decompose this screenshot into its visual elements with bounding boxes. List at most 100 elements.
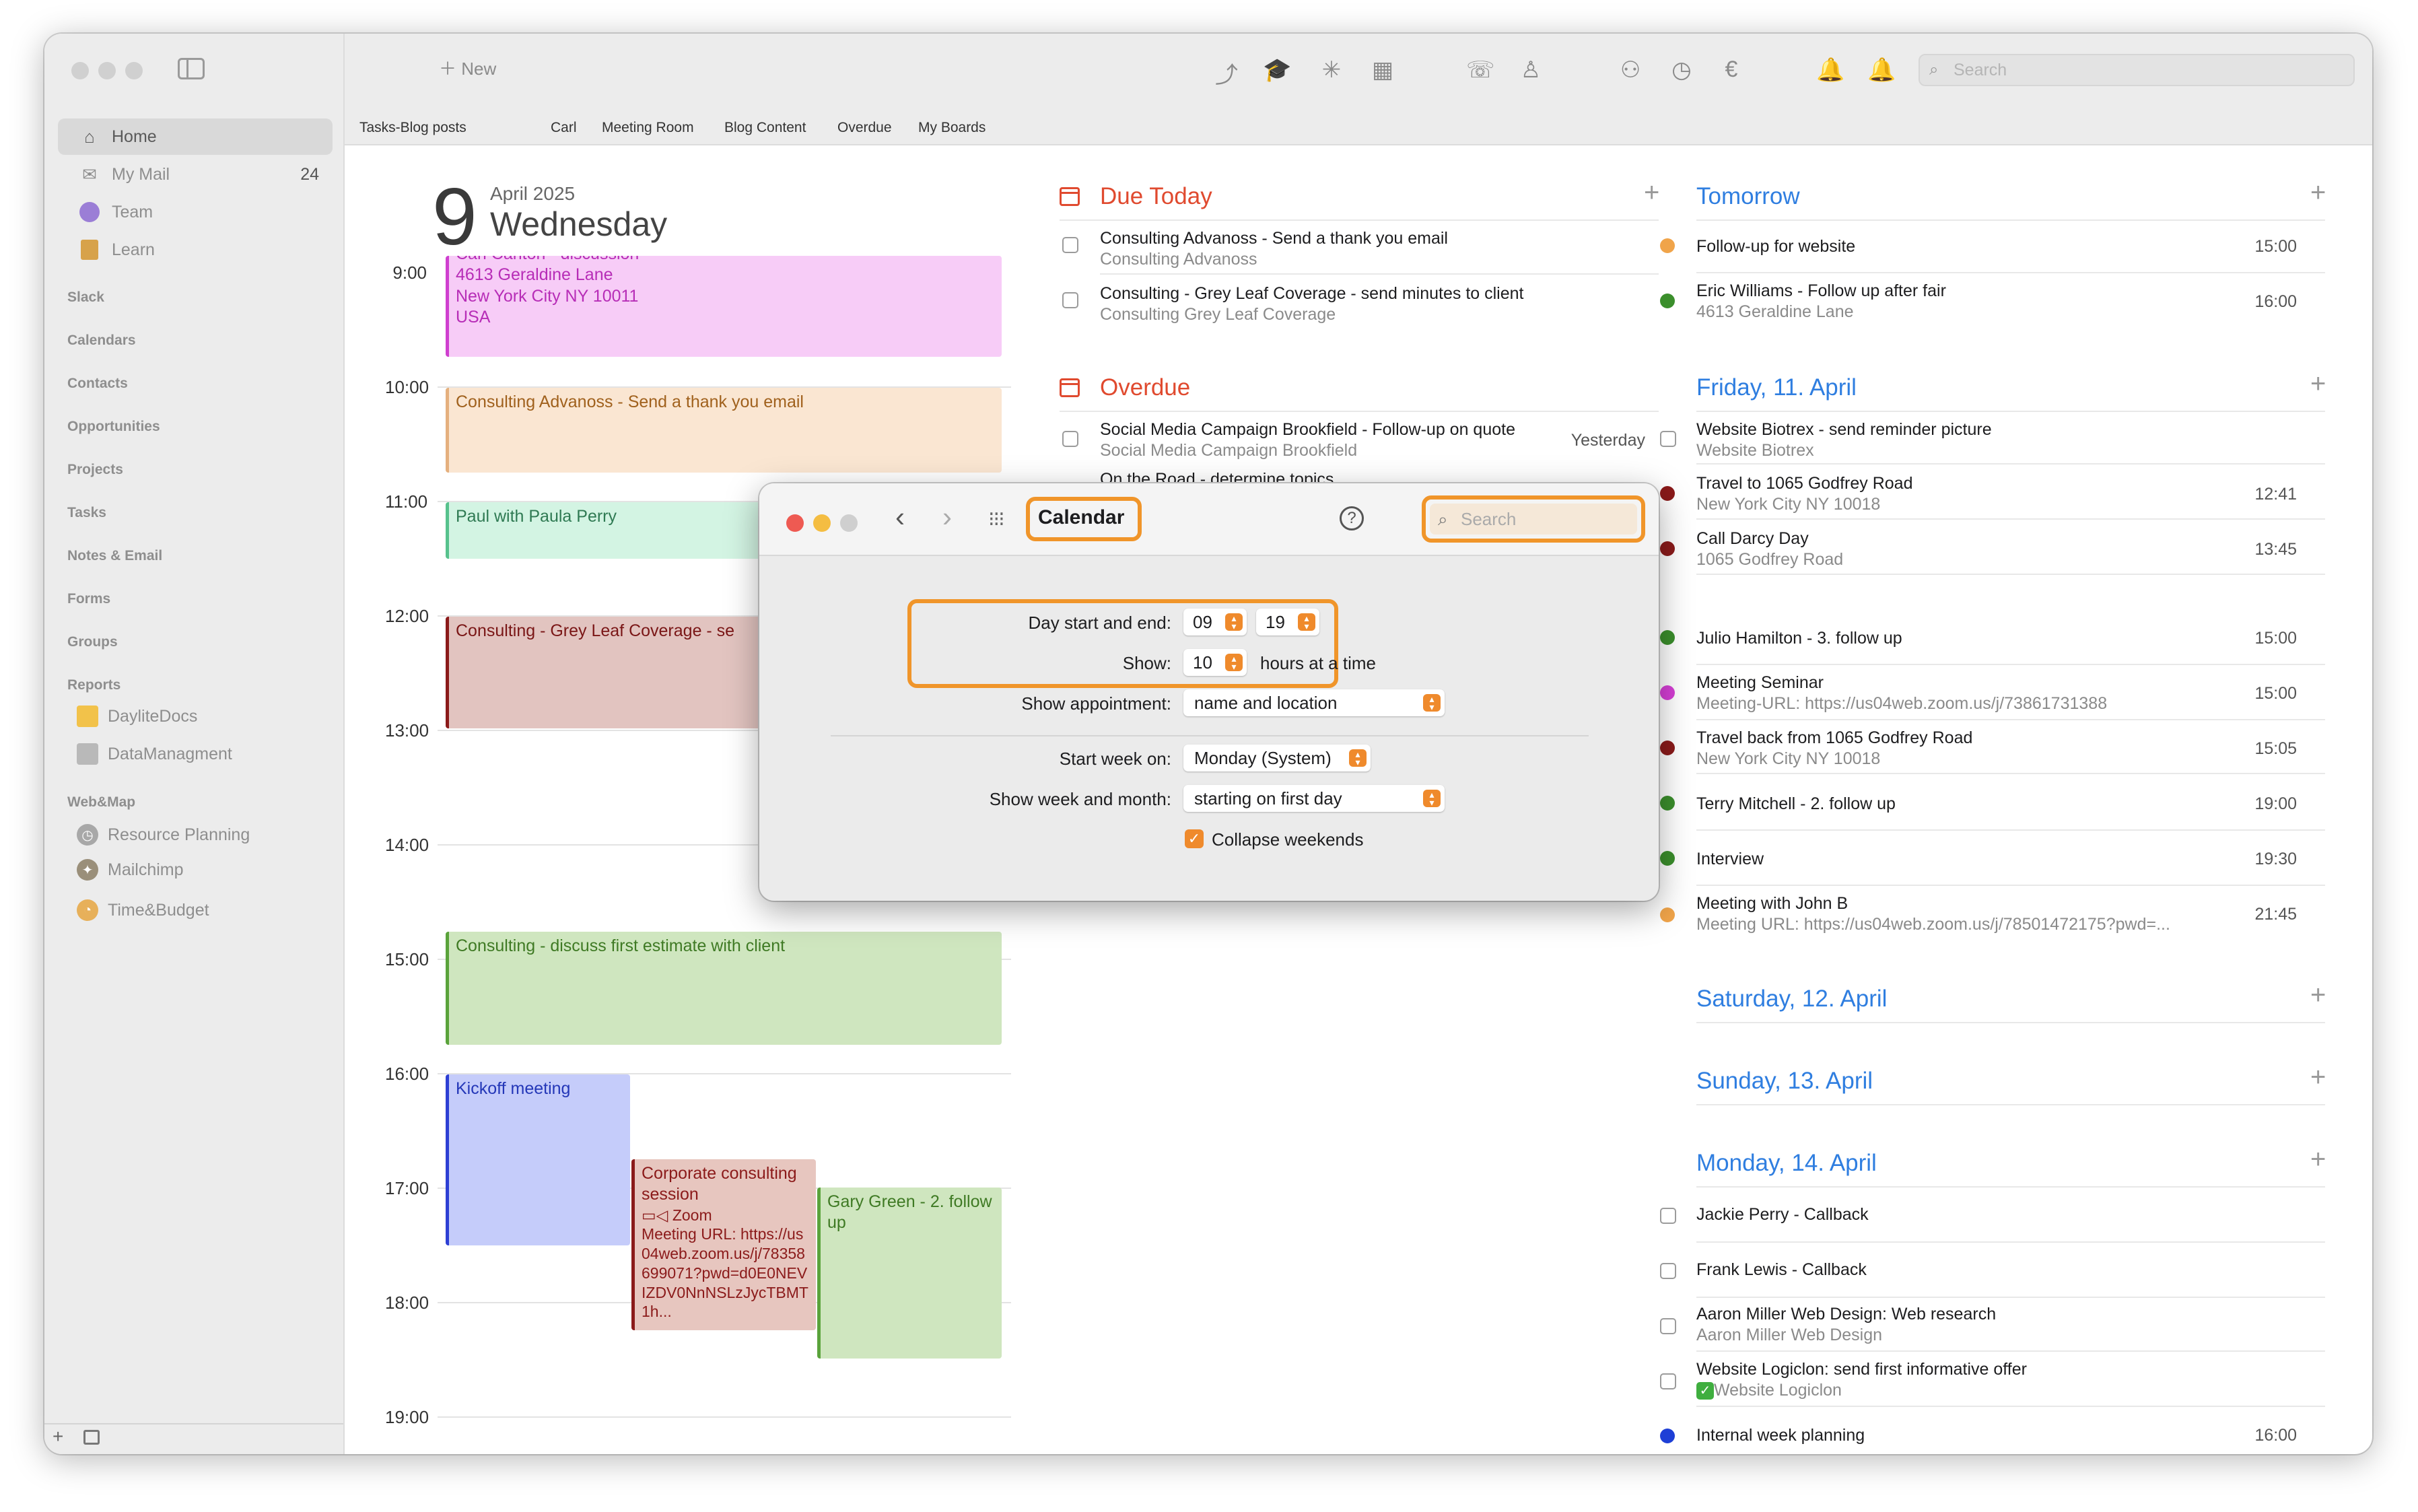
close-window-button[interactable] <box>71 62 89 79</box>
add-saturday-button[interactable]: + <box>2310 980 2326 1010</box>
graduation-cap-icon[interactable]: 🎓 <box>1263 57 1291 83</box>
task-checkbox[interactable] <box>1660 1373 1676 1389</box>
agenda-item[interactable]: Website Logiclon: send first informative… <box>1696 1360 2027 1400</box>
agenda-item[interactable]: Travel back from 1065 Godfrey Road New Yo… <box>1696 728 1972 769</box>
task-item[interactable]: Social Media Campaign Brookfield - Follo… <box>1100 420 1515 460</box>
person-icon[interactable]: ♙ <box>1517 57 1544 83</box>
collapse-weekends-checkbox[interactable]: ✓ <box>1185 829 1204 848</box>
add-tomorrow-button[interactable]: + <box>2310 178 2326 208</box>
layout-icon[interactable]: ▦ <box>1369 57 1396 83</box>
day-start-stepper[interactable]: 09 ▴ ▾ <box>1183 609 1247 635</box>
tab-meeting-room[interactable]: Meeting Room <box>602 120 694 136</box>
event-kickoff-meeting[interactable]: Kickoff meeting <box>446 1074 630 1245</box>
sidebar-toggle-icon[interactable] <box>178 58 205 79</box>
task-item[interactable]: Consulting - Grey Leaf Coverage - send m… <box>1100 284 1523 324</box>
sidebar-item-resource-planning[interactable]: ◷ Resource Planning <box>77 824 250 846</box>
timer-icon[interactable]: ◷ <box>1668 57 1695 83</box>
sidebar-item-mailchimp[interactable]: ✦ Mailchimp <box>77 859 184 881</box>
euro-icon[interactable]: € <box>1718 57 1745 83</box>
task-checkbox[interactable] <box>1660 1318 1676 1334</box>
sidebar-item-my-mail[interactable]: ✉ My Mail 24 <box>58 156 333 193</box>
agenda-item[interactable]: Internal week planning <box>1696 1426 1865 1445</box>
help-icon[interactable]: ? <box>1340 506 1364 530</box>
zoom-window-button[interactable] <box>840 514 858 532</box>
minimize-window-button[interactable] <box>813 514 831 532</box>
sidebar-section-notes-email[interactable]: Notes & Email <box>67 548 162 564</box>
agenda-item[interactable]: Meeting Seminar Meeting-URL: https://us04… <box>1696 673 2107 714</box>
task-checkbox[interactable] <box>1062 237 1078 253</box>
agenda-item[interactable]: Call Darcy Day 1065 Godfrey Road <box>1696 529 1843 570</box>
sidebar-section-reports[interactable]: Reports <box>67 677 120 693</box>
event-consulting-advanoss[interactable]: Consulting Advanoss - Send a thank you e… <box>446 388 1002 473</box>
stepper-arrows-icon[interactable]: ▴ ▾ <box>1225 654 1243 671</box>
stepper-arrows-icon[interactable]: ▴ ▾ <box>1298 613 1315 631</box>
task-checkbox[interactable] <box>1660 431 1676 447</box>
agenda-item[interactable]: Terry Mitchell - 2. follow up <box>1696 794 1896 814</box>
sidebar-section-opportunities[interactable]: Opportunities <box>67 419 160 435</box>
agenda-item[interactable]: Meeting with John B Meeting URL: https://… <box>1696 894 2195 934</box>
add-friday-button[interactable]: + <box>2310 369 2326 399</box>
event-carl-carlton[interactable]: Carl Carlton - discussion 4613 Geraldine… <box>446 256 1002 357</box>
tab-blog-content[interactable]: Blog Content <box>724 120 806 136</box>
new-button[interactable]: ＋ New <box>439 55 496 80</box>
event-grey-leaf-coverage[interactable]: Consulting - Grey Leaf Coverage - se <box>446 617 775 728</box>
sidebar-item-home[interactable]: ⌂ Home <box>58 118 333 155</box>
sidebar-item-daylitedocs[interactable]: DayliteDocs <box>77 706 197 727</box>
zoom-window-button[interactable] <box>125 62 143 79</box>
agenda-item[interactable]: Eric Williams - Follow up after fair 4613… <box>1696 281 1946 322</box>
agenda-item[interactable]: Aaron Miller Web Design: Web research Aar… <box>1696 1305 1996 1345</box>
sidebar-section-contacts[interactable]: Contacts <box>67 376 128 392</box>
add-due-today-button[interactable]: + <box>1644 178 1659 208</box>
day-end-stepper[interactable]: 19 ▴ ▾ <box>1256 609 1319 635</box>
agenda-item[interactable]: Julio Hamilton - 3. follow up <box>1696 629 1902 648</box>
toolbar-search-input[interactable]: ⌕ Search <box>1919 54 2355 86</box>
agenda-item[interactable]: Website Biotrex - send reminder picture W… <box>1696 420 1992 460</box>
sidebar-item-datamanagment[interactable]: DataManagment <box>77 743 232 765</box>
tab-my-boards[interactable]: My Boards <box>918 120 986 136</box>
calendar-small-icon[interactable] <box>83 1430 100 1445</box>
phone-icon[interactable]: ☏ <box>1466 57 1495 83</box>
start-week-select[interactable]: Monday (System) ▴ ▾ <box>1183 745 1371 771</box>
event-first-estimate[interactable]: Consulting - discuss first estimate with… <box>446 932 1002 1045</box>
back-chevron-icon[interactable]: ‹ <box>895 501 905 533</box>
agenda-item[interactable]: Travel to 1065 Godfrey Road New York City… <box>1696 474 1912 514</box>
tab-carl[interactable]: Carl <box>551 120 577 136</box>
event-gary-green[interactable]: Gary Green - 2. follow up <box>817 1188 1002 1359</box>
add-sunday-button[interactable]: + <box>2310 1062 2326 1093</box>
agenda-item[interactable]: Frank Lewis - Callback <box>1696 1260 1867 1280</box>
sidebar-item-time-budget[interactable]: ◔ Time&Budget <box>77 899 209 921</box>
sidebar-section-calendars[interactable]: Calendars <box>67 333 136 349</box>
show-hours-stepper[interactable]: 10 ▴ ▾ <box>1183 649 1247 676</box>
agenda-item[interactable]: Interview <box>1696 850 1764 869</box>
tab-overdue[interactable]: Overdue <box>837 120 892 136</box>
event-corporate-consulting[interactable]: Corporate consulting session ▭◁ Zoom Mee… <box>631 1159 816 1330</box>
add-icon[interactable]: + <box>53 1426 63 1447</box>
task-checkbox[interactable] <box>1660 1208 1676 1224</box>
share-icon[interactable]: ⤴ <box>1213 57 1240 90</box>
popover-search-input[interactable]: ⌕ Search <box>1430 504 1637 535</box>
forward-chevron-icon[interactable]: › <box>942 501 952 533</box>
tab-tasks-blog-posts[interactable]: Tasks-Blog posts <box>359 120 467 136</box>
task-item[interactable]: Consulting Advanoss - Send a thank you e… <box>1100 229 1448 269</box>
agenda-item[interactable]: Jackie Perry - Callback <box>1696 1205 1869 1225</box>
task-checkbox[interactable] <box>1660 1263 1676 1279</box>
grid-icon[interactable]: ⁝⁝⁝ <box>988 508 1005 531</box>
bell-muted-icon[interactable]: 🔔 <box>1816 57 1844 83</box>
sidebar-section-tasks[interactable]: Tasks <box>67 505 106 521</box>
sidebar-item-learn[interactable]: Learn <box>58 232 333 268</box>
show-appointment-select[interactable]: name and location ▴ ▾ <box>1183 689 1445 716</box>
week-month-select[interactable]: starting on first day ▴ ▾ <box>1183 785 1445 812</box>
event-meeting-url[interactable]: Meeting URL: https://us04web.zoom.us/j/7… <box>642 1225 809 1321</box>
task-checkbox[interactable] <box>1062 292 1078 308</box>
task-checkbox[interactable] <box>1062 431 1078 447</box>
add-monday-button[interactable]: + <box>2310 1144 2326 1175</box>
agenda-item[interactable]: Follow-up for website <box>1696 237 1855 256</box>
sidebar-section-groups[interactable]: Groups <box>67 634 118 650</box>
sidebar-section-slack[interactable]: Slack <box>67 289 104 306</box>
sparkle-icon[interactable]: ✳ <box>1318 57 1345 83</box>
sidebar-section-projects[interactable]: Projects <box>67 462 123 478</box>
network-icon[interactable]: ⚇ <box>1617 57 1644 83</box>
minimize-window-button[interactable] <box>98 62 116 79</box>
event-paul-perry[interactable]: Paul with Paula Perry <box>446 502 775 559</box>
sidebar-section-forms[interactable]: Forms <box>67 591 110 607</box>
